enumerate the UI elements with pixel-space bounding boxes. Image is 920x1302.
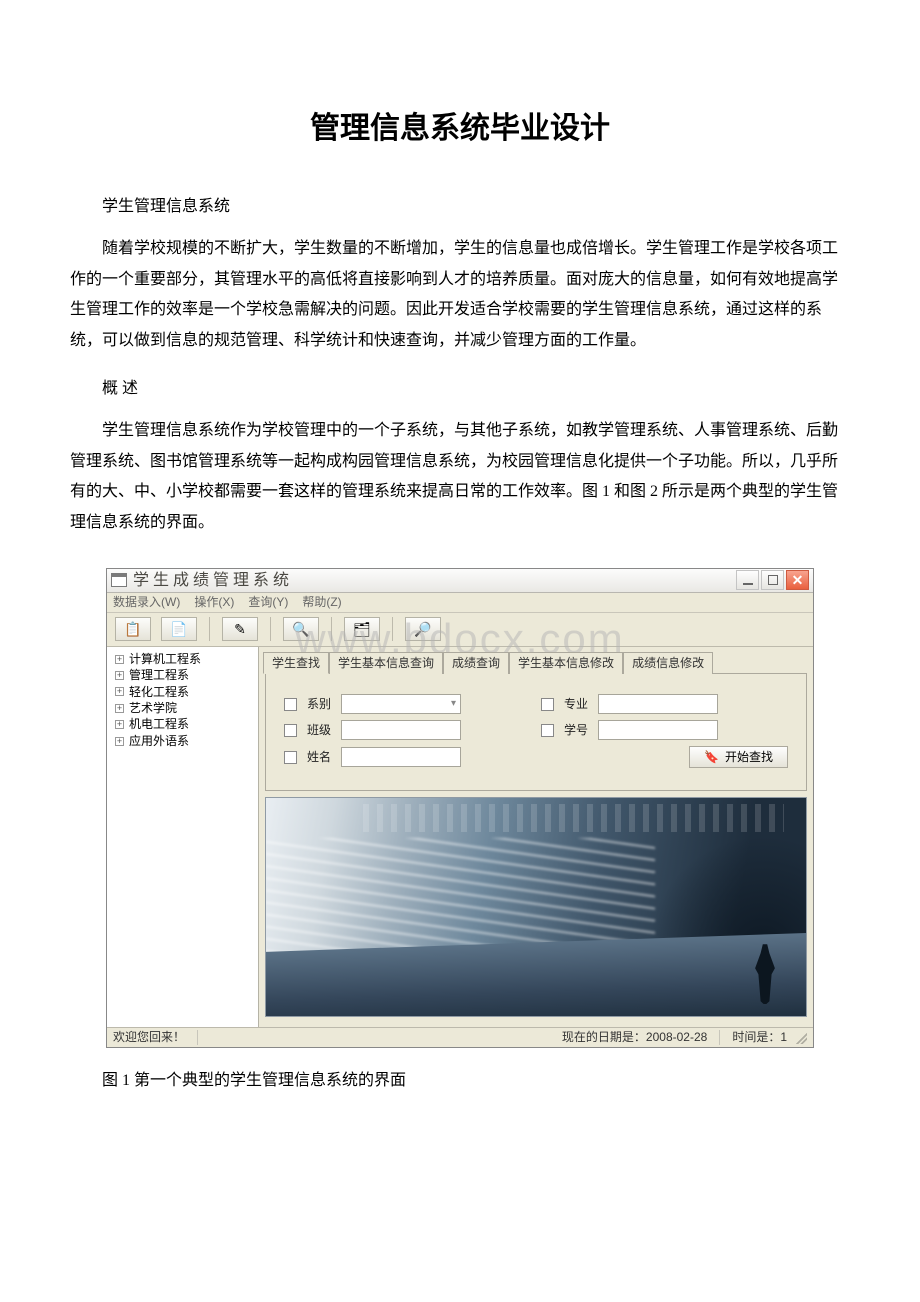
close-button[interactable]: ✕ (786, 570, 809, 590)
tree-label: 轻化工程系 (129, 685, 189, 699)
main-panel: 学生查找 学生基本信息查询 成绩查询 学生基本信息修改 成绩信息修改 系别 专业 (259, 647, 813, 1027)
toolbar-sep-1 (209, 617, 210, 641)
toolbar-btn-3[interactable]: ✎ (222, 617, 258, 641)
tree-item-4[interactable]: + 机电工程系 (109, 716, 256, 732)
toolbar-sep-3 (331, 617, 332, 641)
toolbar-sep-4 (392, 617, 393, 641)
toolbar-btn-6[interactable]: 🔎 (405, 617, 441, 641)
subheading-2: 概 述 (70, 374, 850, 404)
tree-label: 机电工程系 (129, 717, 189, 731)
tabs: 学生查找 学生基本信息查询 成绩查询 学生基本信息修改 成绩信息修改 (259, 647, 813, 673)
paragraph-2: 学生管理信息系统作为学校管理中的一个子系统，与其他子系统，如教学管理系统、人事管… (70, 416, 850, 538)
app-window: www.bdocx.com 学生成绩管理系统 ✕ 数据录入(W) 操作(X) 查… (106, 568, 814, 1048)
input-sid[interactable] (598, 720, 718, 740)
combo-dept[interactable] (341, 694, 461, 714)
tree-item-5[interactable]: + 应用外语系 (109, 733, 256, 749)
search-button[interactable]: 🔖 开始查找 (689, 746, 788, 768)
tab-basic-info-edit[interactable]: 学生基本信息修改 (509, 652, 623, 674)
tab-basic-info-query[interactable]: 学生基本信息查询 (329, 652, 443, 674)
chk-class[interactable] (284, 724, 297, 737)
input-major[interactable] (598, 694, 718, 714)
toolbar-sep-2 (270, 617, 271, 641)
chk-sid[interactable] (541, 724, 554, 737)
tab-score-query[interactable]: 成绩查询 (443, 652, 509, 674)
minimize-button[interactable] (736, 570, 759, 590)
menu-data-entry[interactable]: 数据录入(W) (113, 595, 180, 609)
tree-label: 计算机工程系 (129, 652, 201, 666)
tab-score-edit[interactable]: 成绩信息修改 (623, 652, 713, 674)
menu-query[interactable]: 查询(Y) (248, 595, 288, 609)
expand-icon[interactable]: + (115, 655, 124, 664)
menubar: 数据录入(W) 操作(X) 查询(Y) 帮助(Z) (107, 593, 813, 613)
label-dept: 系别 (307, 697, 331, 711)
expand-icon[interactable]: + (115, 687, 124, 696)
status-date: 现在的日期是：2008-02-28 (562, 1030, 720, 1044)
paragraph-1: 随着学校规模的不断扩大，学生数量的不断增加，学生的信息量也成倍增长。学生管理工作… (70, 234, 850, 356)
resize-grip-icon[interactable] (793, 1030, 807, 1044)
tree-label: 艺术学院 (129, 701, 177, 715)
expand-icon[interactable]: + (115, 737, 124, 746)
menu-help[interactable]: 帮助(Z) (302, 595, 341, 609)
toolbar-btn-1[interactable]: 📋 (115, 617, 151, 641)
chk-name[interactable] (284, 751, 297, 764)
expand-icon[interactable]: + (115, 671, 124, 680)
titlebar: 学生成绩管理系统 ✕ (107, 569, 813, 593)
toolbar-btn-5[interactable]: 🗂 (344, 617, 380, 641)
label-name: 姓名 (307, 750, 331, 764)
input-class[interactable] (341, 720, 461, 740)
label-major: 专业 (564, 697, 588, 711)
toolbar-btn-2[interactable]: 📄 (161, 617, 197, 641)
tree-item-0[interactable]: + 计算机工程系 (109, 651, 256, 667)
toolbar: 📋 📄 ✎ 🔍 🗂 🔎 (107, 613, 813, 647)
menu-operate[interactable]: 操作(X) (194, 595, 234, 609)
chk-dept[interactable] (284, 698, 297, 711)
window-title: 学生成绩管理系统 (133, 571, 736, 590)
expand-icon[interactable]: + (115, 704, 124, 713)
tree-item-3[interactable]: + 艺术学院 (109, 700, 256, 716)
label-class: 班级 (307, 723, 331, 737)
sidebar: + 计算机工程系 + 管理工程系 + 轻化工程系 + 艺术学院 + 机电工程系 + 应用外语… (107, 647, 259, 1027)
tree-label: 管理工程系 (129, 668, 189, 682)
expand-icon[interactable]: + (115, 720, 124, 729)
app-icon (111, 573, 127, 587)
toolbar-btn-4[interactable]: 🔍 (283, 617, 319, 641)
banner-ceiling (363, 804, 784, 832)
client-area: + 计算机工程系 + 管理工程系 + 轻化工程系 + 艺术学院 + 机电工程系 + 应用外语… (107, 647, 813, 1027)
status-welcome: 欢迎您回来！ (113, 1030, 198, 1044)
tab-student-search[interactable]: 学生查找 (263, 652, 329, 674)
statusbar: 欢迎您回来！ 现在的日期是：2008-02-28 时间是：1 (107, 1027, 813, 1047)
label-sid: 学号 (564, 723, 588, 737)
tree-item-1[interactable]: + 管理工程系 (109, 667, 256, 683)
subheading-1: 学生管理信息系统 (70, 192, 850, 222)
banner-image (265, 797, 807, 1017)
status-time: 时间是：1 (732, 1030, 787, 1044)
tab-page-search: 系别 专业 班级 学号 姓名 (265, 673, 807, 791)
tree-item-2[interactable]: + 轻化工程系 (109, 684, 256, 700)
chk-major[interactable] (541, 698, 554, 711)
search-icon: 🔖 (704, 750, 719, 764)
doc-title: 管理信息系统毕业设计 (70, 100, 850, 157)
input-name[interactable] (341, 747, 461, 767)
maximize-button[interactable] (761, 570, 784, 590)
figure-caption-1: 图 1 第一个典型的学生管理信息系统的界面 (70, 1066, 850, 1096)
search-button-label: 开始查找 (725, 750, 773, 764)
dept-tree: + 计算机工程系 + 管理工程系 + 轻化工程系 + 艺术学院 + 机电工程系 + 应用外语… (107, 647, 258, 753)
tree-label: 应用外语系 (129, 734, 189, 748)
